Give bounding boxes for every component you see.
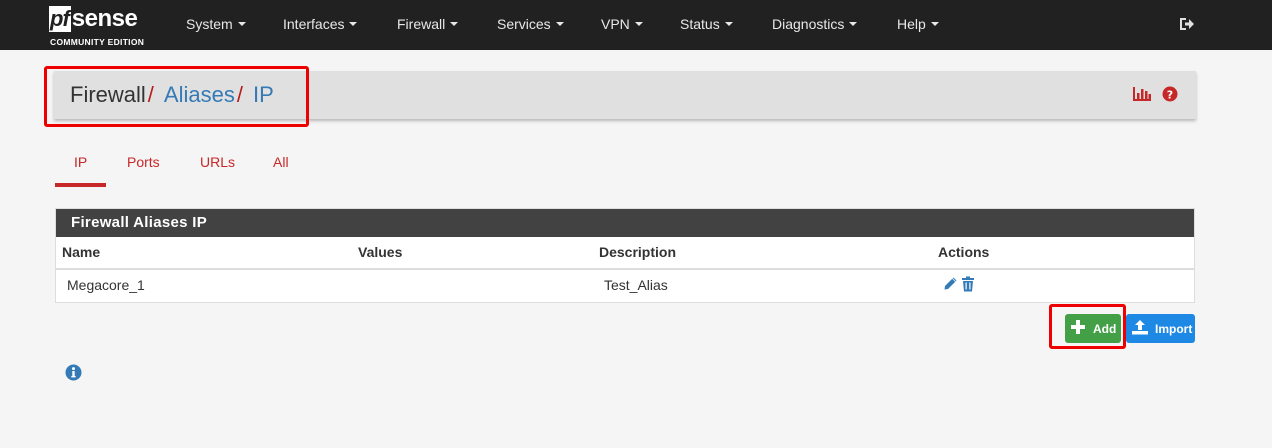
caret-down-icon	[237, 22, 246, 27]
nav-help[interactable]: Help	[897, 0, 939, 50]
caret-down-icon	[555, 22, 564, 27]
svg-text:?: ?	[1167, 89, 1173, 102]
logo-edition-text: COMMUNITY EDITION	[50, 37, 145, 47]
alias-name-cell: Megacore_1	[67, 277, 145, 293]
alias-description-cell: Test_Alias	[604, 277, 668, 293]
upload-icon	[1131, 319, 1149, 338]
caret-down-icon	[849, 22, 858, 27]
active-tab-indicator	[55, 183, 106, 187]
nav-services[interactable]: Services	[497, 0, 564, 50]
nav-status[interactable]: Status	[680, 0, 733, 50]
nav-firewall-label: Firewall	[397, 16, 446, 32]
help-circle-icon[interactable]: ?	[1162, 86, 1178, 107]
row-actions	[942, 276, 975, 297]
logo-pf-text: pf	[49, 6, 71, 32]
info-circle-icon[interactable]	[65, 364, 82, 386]
aliases-panel: Firewall Aliases IP Name Values Descript…	[55, 208, 1195, 303]
caret-down-icon	[634, 22, 643, 27]
nav-vpn[interactable]: VPN	[601, 0, 643, 50]
pencil-icon[interactable]	[942, 276, 958, 297]
import-button[interactable]: Import	[1126, 314, 1195, 343]
highlight-box-breadcrumb	[44, 66, 309, 127]
nav-diagnostics-label: Diagnostics	[772, 16, 845, 32]
import-button-label: Import	[1155, 321, 1193, 336]
column-header-actions: Actions	[938, 244, 990, 260]
logo-sense-text: sense	[71, 5, 138, 32]
tab-all[interactable]: All	[273, 154, 289, 170]
nav-interfaces-label: Interfaces	[283, 16, 345, 32]
panel-title: Firewall Aliases IP	[56, 209, 1194, 237]
highlight-box-add-button	[1049, 304, 1126, 349]
trash-icon[interactable]	[961, 276, 975, 297]
sign-out-icon[interactable]	[1178, 15, 1196, 33]
nav-diagnostics[interactable]: Diagnostics	[772, 0, 858, 50]
caret-down-icon	[349, 22, 358, 27]
nav-interfaces[interactable]: Interfaces	[283, 0, 358, 50]
column-header-values[interactable]: Values	[358, 244, 402, 260]
nav-services-label: Services	[497, 16, 551, 32]
caret-down-icon	[724, 22, 733, 27]
caret-down-icon	[930, 22, 939, 27]
nav-vpn-label: VPN	[601, 16, 630, 32]
caret-down-icon	[450, 22, 459, 27]
column-header-name[interactable]: Name	[62, 244, 100, 260]
nav-firewall[interactable]: Firewall	[397, 0, 459, 50]
tab-urls[interactable]: URLs	[200, 154, 235, 170]
tab-ip[interactable]: IP	[74, 154, 87, 170]
table-header-divider	[56, 268, 1194, 270]
header-icons: ?	[1132, 86, 1178, 107]
pfsense-logo[interactable]: pf sense COMMUNITY EDITION	[49, 5, 159, 47]
top-navbar: pf sense COMMUNITY EDITION System Interf…	[0, 0, 1272, 50]
nav-help-label: Help	[897, 16, 926, 32]
column-header-description[interactable]: Description	[599, 244, 676, 260]
tab-ports[interactable]: Ports	[127, 154, 160, 170]
bar-chart-icon[interactable]	[1132, 86, 1152, 107]
nav-status-label: Status	[680, 16, 720, 32]
nav-system[interactable]: System	[186, 0, 246, 50]
nav-system-label: System	[186, 16, 233, 32]
